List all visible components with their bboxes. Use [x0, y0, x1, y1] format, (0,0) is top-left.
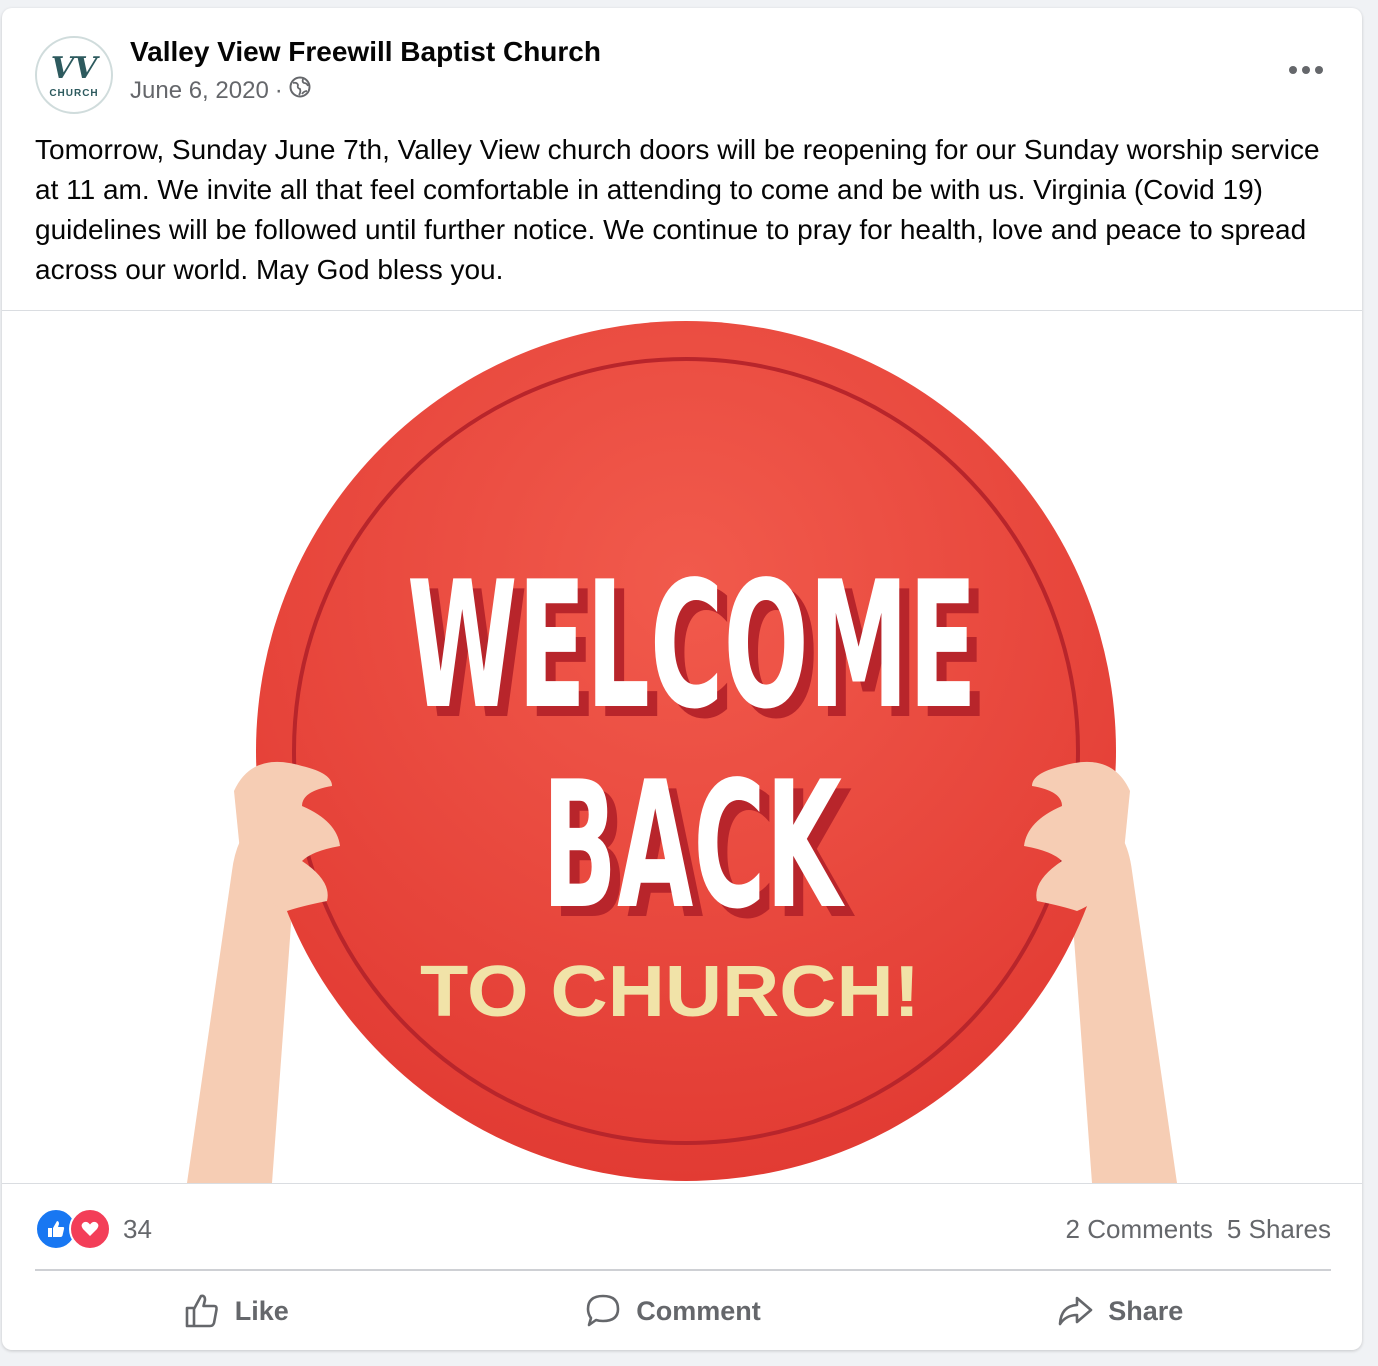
back-headline: BACK [542, 745, 845, 948]
love-reaction-icon [69, 1208, 111, 1250]
meta-separator: · [274, 76, 283, 104]
post-header: VV CHURCH Valley View Freewill Baptist C… [2, 8, 1362, 118]
avatar-monogram: VV [51, 51, 100, 86]
post-meta: June 6, 2020 · [130, 76, 311, 105]
like-label: Like [234, 1295, 289, 1326]
share-label: Share [1108, 1295, 1184, 1326]
welcome-headline: WELCOME [407, 545, 977, 748]
more-options-icon [1289, 66, 1323, 74]
engagement-counts: 2 Comments 5 Shares [1066, 1214, 1331, 1245]
post-image[interactable]: WELCOME BACK WELCOME BACK TO CHURCH! [2, 310, 1362, 1184]
post-card: VV CHURCH Valley View Freewill Baptist C… [2, 8, 1362, 1350]
post-text: Tomorrow, Sunday June 7th, Valley View c… [35, 134, 1320, 285]
shares-count[interactable]: 5 Shares [1227, 1214, 1331, 1245]
page-avatar[interactable]: VV CHURCH [35, 36, 113, 114]
reactions-summary[interactable]: 34 [35, 1208, 152, 1250]
page-name[interactable]: Valley View Freewill Baptist Church [130, 36, 601, 68]
comment-button[interactable]: Comment [560, 1284, 785, 1338]
comment-label: Comment [636, 1295, 761, 1326]
globe-icon[interactable] [289, 76, 311, 105]
actions-divider [35, 1269, 1331, 1271]
comment-icon [586, 1294, 620, 1327]
share-button[interactable]: Share [1032, 1284, 1207, 1338]
welcome-back-graphic: WELCOME BACK WELCOME BACK TO CHURCH! [187, 321, 1177, 1183]
post-actions: Like Comment Share [35, 1274, 1331, 1348]
reaction-count: 34 [123, 1213, 152, 1244]
to-church-subline: TO CHURCH! [420, 952, 920, 1032]
avatar-caption: CHURCH [49, 88, 98, 99]
comments-count[interactable]: 2 Comments [1066, 1214, 1213, 1245]
post-stats: 34 2 Comments 5 Shares [35, 1204, 1331, 1254]
thumbs-up-icon [185, 1294, 218, 1328]
post-date[interactable]: June 6, 2020 [130, 77, 269, 105]
share-icon [1058, 1296, 1093, 1326]
more-options-button[interactable] [1282, 52, 1330, 88]
like-button[interactable]: Like [159, 1284, 313, 1338]
church-logo: VV CHURCH [49, 51, 100, 99]
